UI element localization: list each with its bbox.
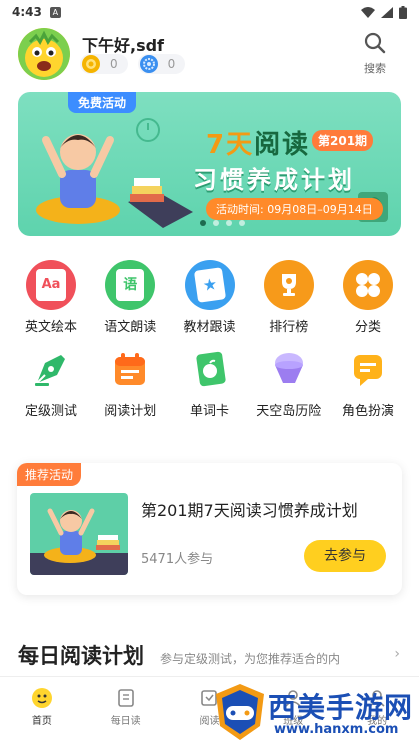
activity-thumbnail <box>30 493 128 575</box>
feature-label: 排行榜 <box>269 320 309 335</box>
feature-label: 角色扮演 <box>341 404 394 419</box>
search-icon <box>364 32 386 54</box>
banner-subline: 习惯养成计划 <box>193 166 355 194</box>
status-time: 4:43 <box>12 5 42 19</box>
feature-label: 英文绘本 <box>24 320 77 335</box>
feature-grid: Aa 英文绘本 语 语文朗读 ★ 教材跟读 排行榜 分类 定级测试 阅读计划 单… <box>0 256 419 432</box>
free-activity-tag: 免费活动 <box>68 92 137 113</box>
feature-row: Aa 英文绘本 语 语文朗读 ★ 教材跟读 排行榜 分类 <box>0 256 419 344</box>
badge-value: 0 <box>167 57 176 71</box>
banner-headline: 7天阅读 <box>206 124 310 161</box>
banner-pagination <box>200 220 245 226</box>
chevron-right-icon: › <box>394 646 400 662</box>
feature-sky-island[interactable]: 天空岛历险 <box>250 344 328 432</box>
notification-icon: A <box>49 6 61 18</box>
apple-card-icon <box>185 344 235 394</box>
feature-label: 天空岛历险 <box>256 404 322 419</box>
activity-banner[interactable]: 免费活动 7天阅读 第201期 习惯养成计划 活动时间: 09月08日–09月1… <box>18 92 401 236</box>
badge-count[interactable]: 0 <box>137 54 186 74</box>
wifi-icon <box>361 6 375 18</box>
daily-reading-desc: 参与定级测试，为您推荐适合的内 <box>160 652 341 666</box>
feature-row: 定级测试 阅读计划 单词卡 天空岛历险 角色扮演 <box>0 344 419 432</box>
feature-label: 阅读计划 <box>104 404 157 419</box>
tab-label: 首页 <box>31 716 52 727</box>
signal-icon <box>381 6 393 18</box>
gear-badge-icon <box>139 55 158 73</box>
recommended-activity-tag: 推荐活动 <box>17 463 82 486</box>
coin-value: 0 <box>110 57 118 71</box>
feature-label: 分类 <box>354 320 381 335</box>
feature-category[interactable]: 分类 <box>329 256 407 344</box>
feature-label: 定级测试 <box>24 404 77 419</box>
battery-icon <box>399 5 407 19</box>
feature-label: 单词卡 <box>189 404 229 419</box>
feature-leaderboard[interactable]: 排行榜 <box>250 256 328 344</box>
coin-icon <box>82 55 100 73</box>
avatar[interactable] <box>18 28 70 80</box>
banner-date: 活动时间: 09月08日–09月14日 <box>206 198 383 220</box>
join-button[interactable]: 去参与 <box>304 540 386 572</box>
feature-chinese-reading[interactable]: 语 语文朗读 <box>91 256 169 344</box>
watermark-url: www.hanxm.com <box>274 722 399 737</box>
pagination-dot[interactable] <box>239 220 245 226</box>
chat-bubble-icon <box>343 344 393 394</box>
banner-issue-badge: 第201期 <box>312 130 374 151</box>
gamepad-shield-logo <box>216 684 264 740</box>
status-bar: 4:43 A <box>0 0 419 24</box>
feature-english-picture-book[interactable]: Aa 英文绘本 <box>12 256 90 344</box>
activity-title: 第201期7天阅读习惯养成计划 <box>141 501 358 520</box>
greeting-text: 下午好,sdf <box>82 36 165 55</box>
home-header: 下午好,sdf 0 0 搜索 <box>0 24 419 84</box>
category-icon <box>343 260 393 310</box>
activity-participants: 5471人参与 <box>141 552 214 567</box>
chinese-book-icon: 语 <box>105 260 156 310</box>
daily-read-icon <box>115 687 137 709</box>
book-icon: Aa <box>26 260 76 310</box>
feature-label: 语文朗读 <box>104 320 157 335</box>
search-label: 搜索 <box>364 62 386 75</box>
pagination-dot[interactable] <box>213 220 219 226</box>
pen-icon <box>26 344 76 394</box>
pagination-dot[interactable] <box>200 220 206 226</box>
feature-textbook-follow[interactable]: ★ 教材跟读 <box>171 256 249 344</box>
banner-headline-read: 阅读 <box>254 130 311 160</box>
banner-headline-days: 7天 <box>206 130 255 160</box>
home-icon <box>31 687 53 709</box>
search-button[interactable]: 搜索 <box>355 32 395 76</box>
coin-count[interactable]: 0 <box>80 54 128 74</box>
feature-label: 教材跟读 <box>183 320 236 335</box>
daily-reading-section[interactable]: 每日阅读计划 参与定级测试，为您推荐适合的内 › <box>18 640 418 670</box>
calendar-icon <box>105 344 155 394</box>
pagination-dot[interactable] <box>226 220 232 226</box>
recommended-activity-card[interactable]: 推荐活动 第201期7天阅读习惯养成计划 5471人参与 去参与 <box>17 463 402 595</box>
feature-reading-plan[interactable]: 阅读计划 <box>91 344 169 432</box>
floating-island-icon <box>264 344 314 394</box>
watermark-text: 西美手游网 <box>268 691 414 724</box>
feature-word-card[interactable]: 单词卡 <box>171 344 249 432</box>
user-stats: 0 0 <box>80 54 186 74</box>
tab-label: 每日读 <box>110 716 141 727</box>
tab-daily-read[interactable]: 每日读 <box>84 677 168 744</box>
daily-reading-heading: 每日阅读计划 <box>18 644 144 668</box>
star-card-icon: ★ <box>184 260 235 310</box>
tab-home[interactable]: 首页 <box>0 677 84 744</box>
feature-role-play[interactable]: 角色扮演 <box>329 344 407 432</box>
site-watermark: 西美手游网 www.hanxm.com <box>210 682 419 744</box>
trophy-icon <box>263 260 314 310</box>
feature-level-test[interactable]: 定级测试 <box>12 344 90 432</box>
